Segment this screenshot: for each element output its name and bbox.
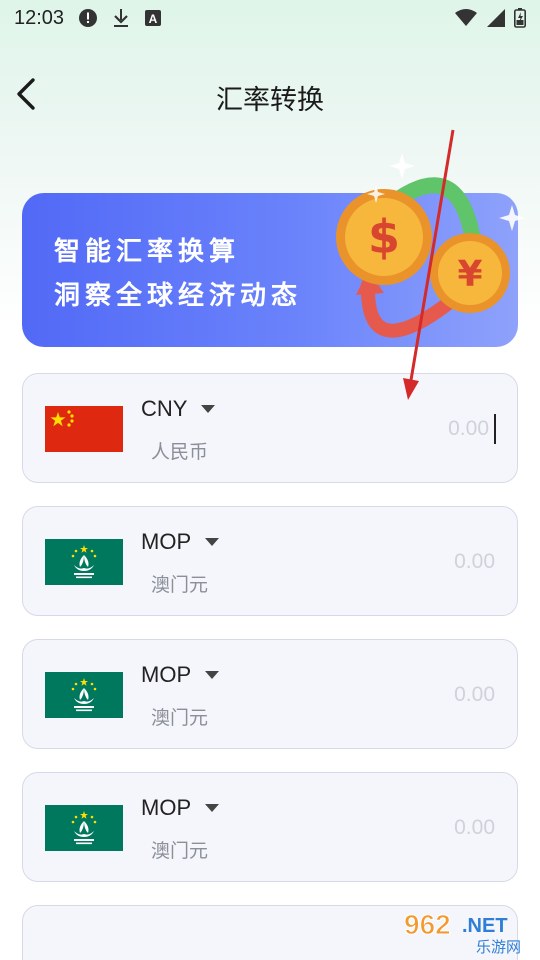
svg-text:.NET: .NET	[462, 915, 508, 937]
macau-flag-icon	[45, 539, 123, 585]
svg-text:$: $	[368, 210, 400, 264]
amount-input[interactable]	[345, 547, 495, 577]
currency-code: CNY	[141, 396, 188, 421]
currency-name: 澳门元	[151, 574, 209, 596]
a-notification-icon: A	[144, 9, 162, 27]
amount-input[interactable]	[339, 414, 489, 444]
watermark-logo: 962 .NET 乐游网	[400, 904, 532, 957]
currency-card[interactable]: CNY 人民币	[22, 373, 518, 483]
currency-name: 人民币	[151, 441, 209, 463]
currency-selector[interactable]: MOP	[141, 529, 220, 555]
wifi-icon	[454, 8, 478, 28]
dropdown-caret-icon	[205, 538, 220, 546]
status-time: 12:03	[14, 6, 65, 29]
svg-text:962: 962	[404, 909, 451, 940]
currency-name: 澳门元	[151, 707, 209, 729]
coins-exchange-icon: ¥ $	[306, 145, 536, 345]
promo-banner: 智能汇率换算 洞察全球经济动态 ¥ $	[22, 153, 525, 347]
text-cursor	[494, 414, 496, 444]
currency-selector[interactable]: CNY	[141, 396, 216, 422]
banner-line-2: 洞察全球经济动态	[54, 281, 303, 311]
download-icon	[112, 8, 130, 28]
battery-icon	[514, 8, 526, 28]
header: 汇率转换	[0, 60, 540, 132]
currency-selector[interactable]: MOP	[141, 795, 220, 821]
amount-input[interactable]	[345, 813, 495, 843]
dropdown-caret-icon	[205, 804, 220, 812]
currency-selector[interactable]: MOP	[141, 662, 220, 688]
china-flag-icon	[45, 406, 123, 452]
currency-name: 澳门元	[151, 840, 209, 862]
macau-flag-icon	[45, 805, 123, 851]
currency-code: MOP	[141, 662, 192, 687]
dropdown-caret-icon	[201, 405, 216, 413]
alert-icon	[78, 8, 98, 28]
svg-text:乐游网: 乐游网	[476, 938, 521, 956]
amount-input[interactable]	[345, 680, 495, 710]
svg-text:¥: ¥	[457, 254, 482, 295]
svg-text:A: A	[149, 12, 158, 26]
dropdown-caret-icon	[205, 671, 220, 679]
status-bar: 12:03 A	[0, 0, 540, 36]
currency-code: MOP	[141, 795, 192, 820]
currency-card[interactable]: MOP 澳门元	[22, 639, 518, 749]
currency-code: MOP	[141, 529, 192, 554]
signal-icon	[486, 8, 506, 28]
banner-line-1: 智能汇率换算	[54, 237, 241, 267]
currency-card[interactable]: MOP 澳门元	[22, 772, 518, 882]
macau-flag-icon	[45, 672, 123, 718]
currency-card[interactable]: MOP 澳门元	[22, 506, 518, 616]
page-title: 汇率转换	[216, 85, 324, 116]
